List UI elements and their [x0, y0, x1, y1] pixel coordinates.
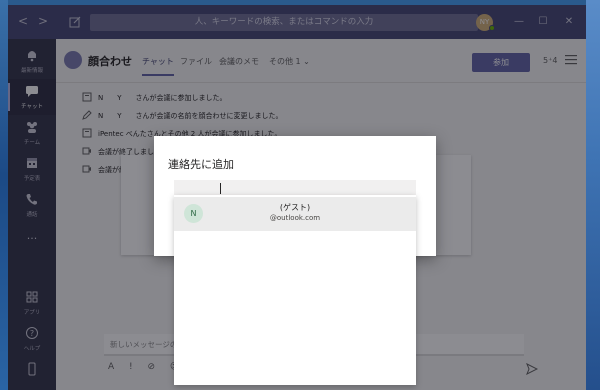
- suggestion-name: (ゲスト): [279, 203, 311, 212]
- desktop-background-right: [586, 0, 600, 390]
- suggestion-email: @outlook.com: [269, 214, 321, 222]
- text-caret: [220, 183, 221, 194]
- suggestions-dropdown: N (ゲスト) @outlook.com: [174, 195, 416, 385]
- dialog-title: 連絡先に追加: [168, 158, 234, 171]
- teams-window: < > 人、キーワードの検索、またはコマンドの入力 NY — ☐ ✕ 最新情報 …: [8, 5, 586, 390]
- desktop-background-left: [0, 0, 8, 390]
- suggestion-item[interactable]: N (ゲスト) @outlook.com: [174, 197, 416, 231]
